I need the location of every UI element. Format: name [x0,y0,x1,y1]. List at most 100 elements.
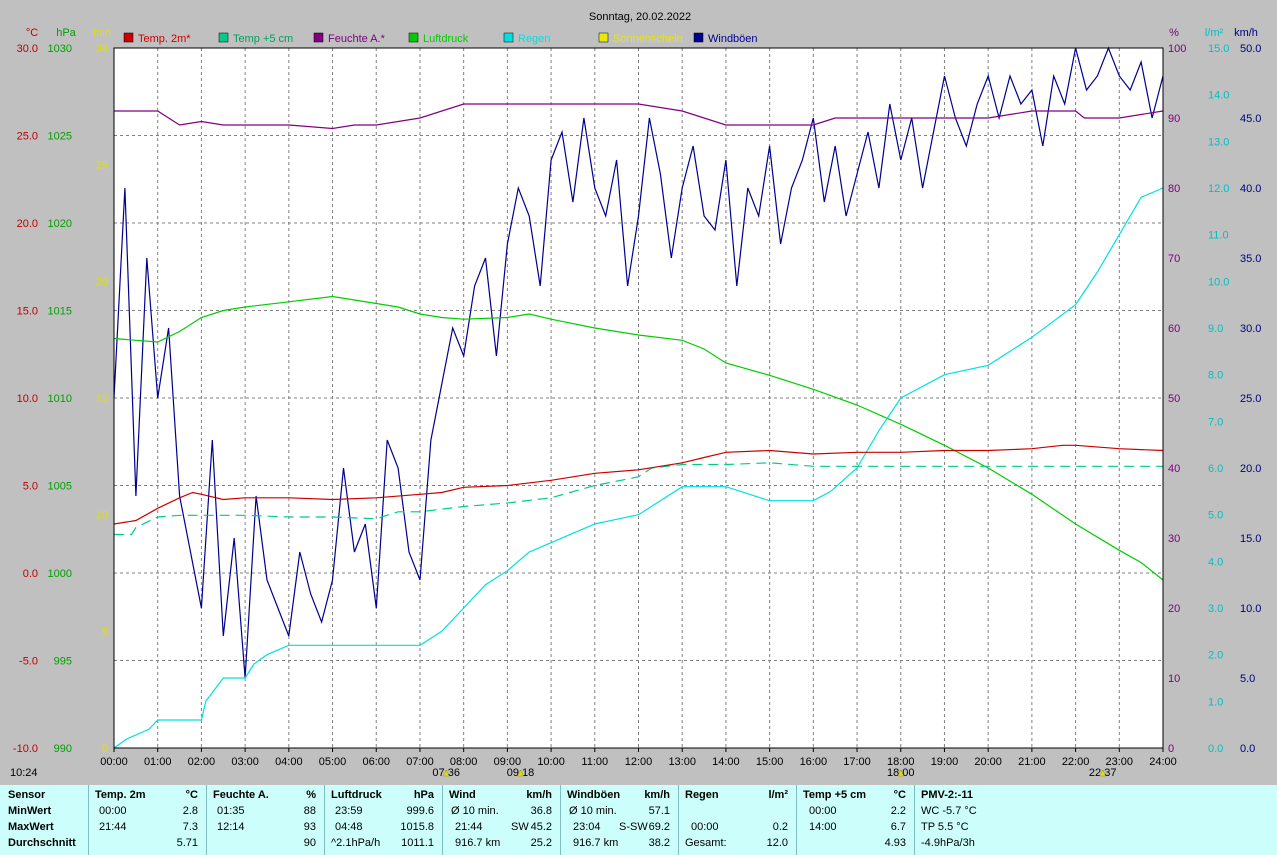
regen-unit: l/m² [768,789,788,801]
luftdruck-avg: 1011.1 [401,837,434,849]
rain-unit-label: l/m² [1205,27,1224,39]
legend-swatch-sonnenschein [598,32,609,43]
stats-col-sensor: Sensor MinWert MaxWert Durchschnitt [0,785,88,855]
x-tick-label: 05:00 [319,756,347,768]
legend-label-temp-2m: Temp. 2m* [138,33,191,45]
x-tick-label: 15:00 [756,756,784,768]
pressure-tick-label: 1020 [48,218,72,230]
rain-tick-label: 10.0 [1208,276,1229,288]
temp2m-min-val: 2.8 [182,805,198,817]
rain-tick-label: 8.0 [1208,370,1223,382]
x-tick-label: 17:00 [843,756,871,768]
x-tick-label: 06:00 [362,756,390,768]
windboen-avg: 38.2 [648,837,670,849]
pressure-tick-label: 1025 [48,131,72,143]
sun-tick-label: 30 [96,43,108,55]
rain-tick-label: 7.0 [1208,416,1223,428]
regen-total-val: 12.0 [766,837,788,849]
feuchte-max-val: 93 [303,821,316,833]
temp2m-max-time: 21:44 [99,821,127,833]
sun-tick-label: 10 [96,510,108,522]
stats-col-luftdruck: Luftdruck hPa 23:59 999.6 04:48 1015.8 ^… [324,785,442,855]
x-tick-label: 16:00 [800,756,828,768]
windboen-max-time: 23:04 [573,821,601,833]
feuchte-min-time: 01:35 [217,805,245,817]
temp5cm-max-val: 6.7 [890,821,906,833]
legend-swatch-luftdruck [408,32,419,43]
regen-max-time: 00:00 [691,821,719,833]
wind-max-val: 45.2 [530,821,552,833]
stats-header-label: Sensor [8,789,46,801]
stats-col-wind: Wind km/h Ø 10 min. 36.8 21:44 SW 45.2 9… [442,785,560,855]
luftdruck-trend: ^2.1hPa/h [331,837,381,849]
humidity-tick-label: 0 [1168,743,1174,755]
temp-tick-label: 30.0 [17,43,38,55]
sun-tick-label: 15 [96,393,108,405]
wind-tick-label: 15.0 [1240,533,1261,545]
rain-tick-label: 6.0 [1208,463,1223,475]
feuchte-title: Feuchte A. [213,789,269,801]
x-tick-label: 07:00 [406,756,434,768]
pressure-tick-label: 1000 [48,568,72,580]
rain-tick-label: 2.0 [1208,650,1223,662]
luftdruck-max-val: 1015.8 [400,821,434,833]
sun-tick-label: 20 [96,276,108,288]
temp2m-title: Temp. 2m [95,789,146,801]
pressure-tick-label: 1010 [48,393,72,405]
rain-tick-label: 14.0 [1208,90,1229,102]
temp-tick-label: 10.0 [17,393,38,405]
stats-col-temp5cm: Temp +5 cm °C 00:00 2.2 14:00 6.7 4.93 [796,785,914,855]
humidity-tick-label: 100 [1168,43,1186,55]
feuchte-avg: 90 [303,837,316,849]
temp5cm-min-val: 2.2 [890,805,906,817]
windboen-unit: km/h [644,789,670,801]
temp5cm-title: Temp +5 cm [803,789,867,801]
x-tick-label: 20:00 [974,756,1002,768]
windboen-title: Windböen [567,789,621,801]
humidity-tick-label: 20 [1168,603,1180,615]
temp5cm-min-time: 00:00 [809,805,837,817]
rain-tick-label: 13.0 [1208,136,1229,148]
legend-label-luftdruck: Luftdruck [423,33,469,45]
humidity-tick-label: 40 [1168,463,1180,475]
wind-tick-label: 45.0 [1240,113,1261,125]
legend-label-temp-5-cm: Temp +5 cm [233,33,293,45]
pressure-tick-label: 1015 [48,306,72,318]
humidity-tick-label: 70 [1168,253,1180,265]
wind-title: Wind [449,789,476,801]
rain-tick-label: 15.0 [1208,43,1229,55]
humidity-tick-label: 80 [1168,183,1180,195]
x-tick-label: 14:00 [712,756,740,768]
pressure-tick-label: 1005 [48,481,72,493]
x-tick-label: 21:00 [1018,756,1046,768]
pressure-tick-label: 1030 [48,43,72,55]
wind-max-time: 21:44 [455,821,483,833]
windboen-max-dir: S-SW [619,821,648,833]
stats-col-pmv: PMV-2:-11 WC -5.7 °C TP 5.5 °C -4.9hPa/3… [914,785,1034,855]
wind-tick-label: 20.0 [1240,463,1261,475]
windboen-avg10-val: 57.1 [648,805,670,817]
wind-unit: km/h [526,789,552,801]
wind-tick-label: 0.0 [1240,743,1255,755]
luftdruck-max-time: 04:48 [335,821,363,833]
stats-col-feuchte: Feuchte A. % 01:35 88 12:14 93 90 [206,785,324,855]
wind-tick-label: 25.0 [1240,393,1261,405]
sun-unit-label: min [93,27,111,39]
humidity-tick-label: 90 [1168,113,1180,125]
stats-avg-label: Durchschnitt [8,837,76,849]
temp2m-min-time: 00:00 [99,805,127,817]
x-tick-label: 11:00 [581,756,608,768]
x-tick-label: 19:00 [931,756,959,768]
x-tick-label: 01:00 [144,756,172,768]
stats-col-regen: Regen l/m² 00:00 0.2 Gesamt: 12.0 [678,785,796,855]
chart-title: Sonntag, 20.02.2022 [589,11,691,23]
wind-unit-label: km/h [1234,27,1258,39]
pmv-dewpoint: TP 5.5 °C [921,821,969,833]
regen-max-val: 0.2 [772,821,788,833]
x-tick-label: 22:00 [1062,756,1090,768]
luftdruck-min-time: 23:59 [335,805,363,817]
temp-tick-label: 25.0 [17,131,38,143]
temp-tick-label: -5.0 [19,656,38,668]
feuchte-max-time: 12:14 [217,821,245,833]
x-tick-label: 10:00 [537,756,565,768]
